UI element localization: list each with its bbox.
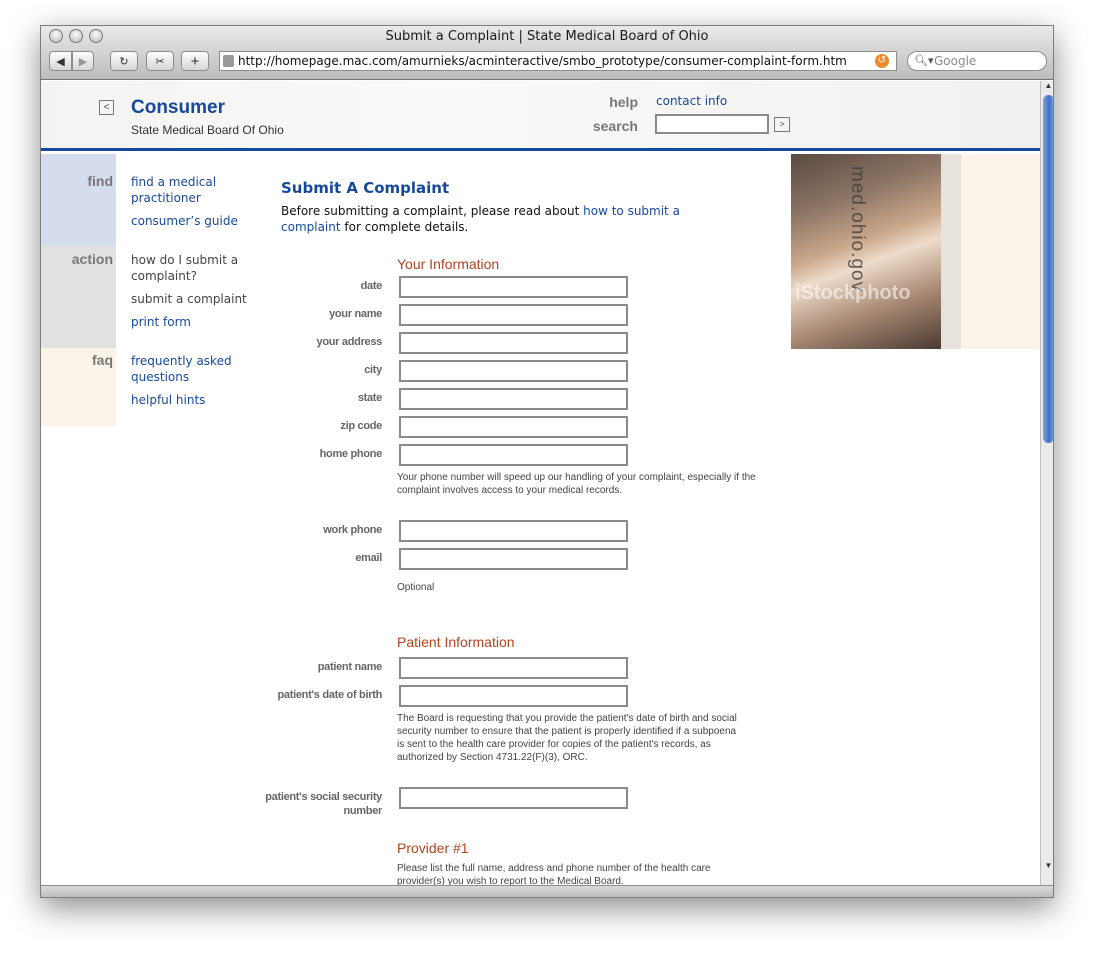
- patient-name-input[interactable]: [399, 657, 628, 679]
- label-patient-ssn: patient's social security number: [265, 791, 382, 817]
- nav-heading-faq: faq: [92, 352, 113, 368]
- chevron-left-icon: <: [103, 102, 110, 113]
- label-patient-name: patient name: [317, 661, 383, 673]
- site-subtitle: State Medical Board Of Ohio: [131, 123, 284, 137]
- site-brand[interactable]: Consumer: [131, 97, 225, 119]
- city-input[interactable]: [399, 360, 628, 382]
- label-home-phone: home phone: [319, 448, 383, 460]
- plus-icon: +: [190, 52, 200, 70]
- label-city: city: [364, 364, 382, 376]
- help-label: help: [609, 94, 638, 110]
- intro-text-end: for complete details.: [340, 220, 469, 234]
- work-phone-input[interactable]: [399, 520, 628, 542]
- phone-hint: Your phone number will speed up our hand…: [397, 472, 756, 496]
- google-search-placeholder: Google: [934, 54, 977, 68]
- nav-band-find: [41, 154, 116, 246]
- optional-hint: Optional: [397, 582, 435, 593]
- collapse-button[interactable]: <: [99, 100, 114, 115]
- search-icon: 🔍︎▾: [914, 54, 934, 67]
- chevron-right-icon: >: [779, 119, 785, 129]
- nav-link-find-practitioner[interactable]: find a medical practitioner: [131, 174, 281, 206]
- scissors-icon: ✂: [155, 55, 165, 68]
- email-input[interactable]: [399, 548, 628, 570]
- forward-button[interactable]: ▶: [72, 51, 94, 71]
- add-bookmark-button[interactable]: +: [181, 51, 209, 71]
- header-photo-area: med.ohio.gov iStockphoto: [791, 154, 1040, 349]
- label-date: date: [360, 280, 383, 292]
- forward-arrow-icon: ▶: [78, 55, 88, 68]
- address-bar[interactable]: http://homepage.mac.com/amurnieks/acmint…: [219, 51, 897, 71]
- date-input[interactable]: [399, 276, 628, 298]
- nav-link-submit-complaint[interactable]: submit a complaint: [131, 291, 281, 307]
- site-search-input[interactable]: [655, 114, 769, 134]
- browser-window: Submit a Complaint | State Medical Board…: [40, 25, 1054, 898]
- rss-icon[interactable]: ↺: [875, 54, 889, 68]
- scroll-up-icon[interactable]: ▲: [1041, 81, 1053, 93]
- google-search-field[interactable]: 🔍︎▾ Google: [907, 51, 1047, 71]
- window-title: Submit a Complaint | State Medical Board…: [385, 29, 709, 44]
- patient-ssn-input[interactable]: [399, 787, 628, 809]
- your-name-input[interactable]: [399, 304, 628, 326]
- page-title: Submit A Complaint: [281, 179, 450, 197]
- photo-caption: med.ohio.gov: [847, 166, 868, 293]
- photo-divider: [941, 154, 961, 349]
- section-patient-information: Patient Information: [397, 634, 515, 650]
- reload-button[interactable]: ↻: [110, 51, 138, 71]
- search-go-button[interactable]: >: [774, 117, 790, 132]
- zip-code-input[interactable]: [399, 416, 628, 438]
- label-patient-dob: patient's date of birth: [277, 689, 383, 701]
- snipit-button[interactable]: ✂: [146, 51, 174, 71]
- intro-text: Before submitting a complaint, please re…: [281, 203, 731, 235]
- nav-link-consumers-guide[interactable]: consumer’s guide: [131, 213, 281, 229]
- page-viewport: < Consumer State Medical Board Of Ohio h…: [41, 81, 1040, 885]
- search-label: search: [592, 118, 638, 134]
- header-photo: med.ohio.gov iStockphoto: [791, 154, 941, 349]
- label-zip-code: zip code: [340, 420, 382, 432]
- home-phone-input[interactable]: [399, 444, 628, 466]
- section-your-information: Your Information: [397, 256, 500, 272]
- dob-hint: The Board is requesting that you provide…: [397, 713, 737, 763]
- label-email: email: [355, 552, 382, 564]
- scroll-down-icon[interactable]: ▼: [1041, 861, 1053, 873]
- provider-hint: Please list the full name, address and p…: [397, 863, 711, 885]
- nav-link-faq[interactable]: frequently asked questions: [131, 353, 241, 385]
- nav-heading-action: action: [71, 251, 113, 267]
- intro-text-start: Before submitting a complaint, please re…: [281, 204, 584, 218]
- back-button[interactable]: ◀: [49, 51, 72, 71]
- title-bar: Submit a Complaint | State Medical Board…: [41, 26, 1053, 80]
- state-input[interactable]: [399, 388, 628, 410]
- page-favicon-icon: [223, 55, 234, 67]
- label-your-name: your name: [329, 308, 382, 320]
- nav-heading-find: find: [87, 173, 113, 189]
- reload-icon: ↻: [119, 55, 129, 68]
- your-address-input[interactable]: [399, 332, 628, 354]
- address-url: http://homepage.mac.com/amurnieks/acmint…: [238, 54, 847, 68]
- contact-info-link[interactable]: contact info: [656, 94, 727, 108]
- label-your-address: your address: [316, 336, 383, 348]
- status-bar: [41, 885, 1053, 897]
- nav-link-how-to-submit[interactable]: how do I submit a complaint?: [131, 252, 241, 284]
- patient-dob-input[interactable]: [399, 685, 628, 707]
- photo-watermark: iStockphoto: [795, 282, 911, 304]
- scrollbar-thumb[interactable]: [1043, 95, 1053, 443]
- section-provider-1: Provider #1: [397, 840, 469, 856]
- site-header: < Consumer State Medical Board Of Ohio h…: [41, 81, 1040, 151]
- back-arrow-icon: ◀: [56, 55, 65, 68]
- label-state: state: [357, 392, 382, 404]
- vertical-scrollbar[interactable]: ▲ ▼: [1040, 81, 1053, 885]
- label-work-phone: work phone: [323, 524, 382, 536]
